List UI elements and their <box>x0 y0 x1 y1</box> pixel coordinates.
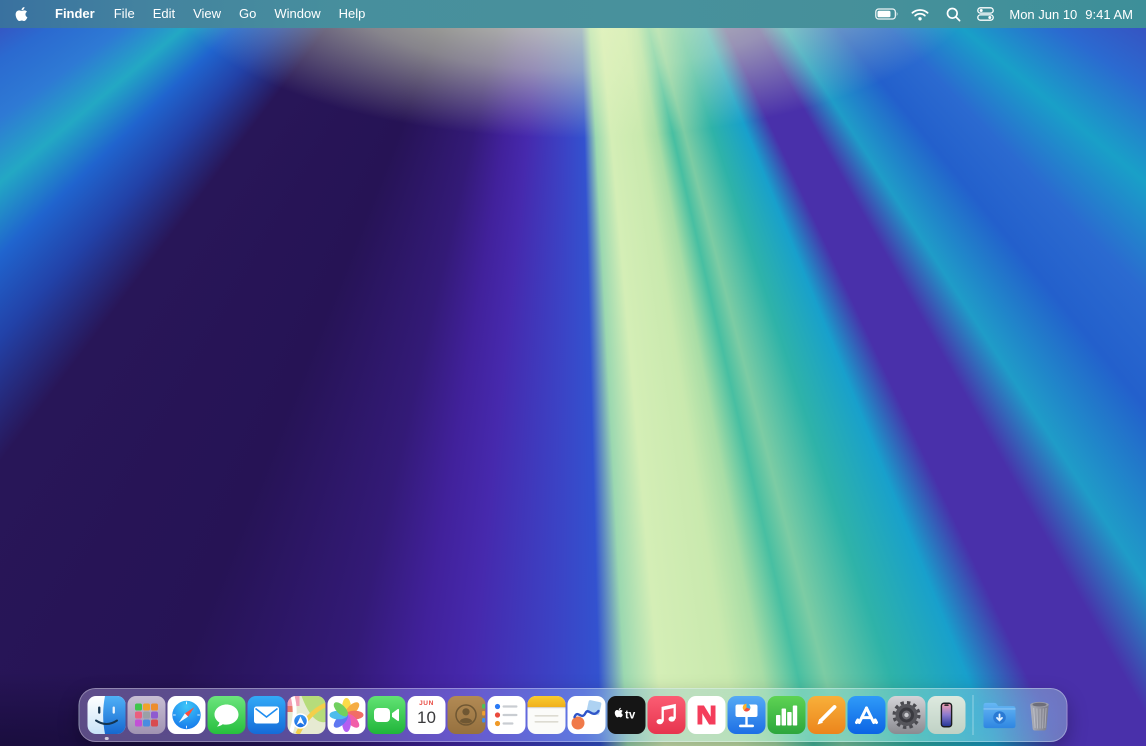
launchpad-icon <box>128 696 166 734</box>
dock-item-photos[interactable] <box>328 696 366 734</box>
dock-item-music[interactable] <box>648 696 686 734</box>
dock: JUN 10 <box>79 688 1068 742</box>
dock-item-notes[interactable] <box>528 696 566 734</box>
dock-item-mail[interactable] <box>248 696 286 734</box>
menu-item-view[interactable]: View <box>184 0 230 28</box>
music-icon <box>648 696 686 734</box>
search-icon <box>946 7 961 22</box>
dock-item-maps[interactable] <box>288 696 326 734</box>
safari-icon <box>168 696 206 734</box>
menu-item-help[interactable]: Help <box>330 0 375 28</box>
clock-date: Mon Jun 10 <box>1009 7 1077 22</box>
messages-icon <box>208 696 246 734</box>
dock-item-reminders[interactable] <box>488 696 526 734</box>
control-center-icon <box>977 7 995 21</box>
contacts-icon <box>448 696 486 734</box>
finder-running-indicator <box>105 737 109 741</box>
control-center[interactable] <box>974 3 998 25</box>
dock-item-system-settings[interactable] <box>888 696 926 734</box>
dock-item-finder[interactable] <box>88 696 126 734</box>
menu-bar-status-area: Mon Jun 10 9:41 AM <box>875 3 1146 25</box>
facetime-icon <box>368 696 406 734</box>
dock-item-launchpad[interactable] <box>128 696 166 734</box>
numbers-icon <box>768 696 806 734</box>
photos-icon <box>328 696 366 734</box>
dock-item-calendar[interactable]: JUN 10 <box>408 696 446 734</box>
menu-bar-left: Finder File Edit View Go Window Help <box>0 0 374 28</box>
dock-item-downloads[interactable] <box>981 696 1019 734</box>
menu-bar: Finder File Edit View Go Window Help <box>0 0 1146 28</box>
menu-item-file[interactable]: File <box>105 0 144 28</box>
dock-item-iphone-mirroring[interactable] <box>928 696 966 734</box>
reminders-icon <box>488 696 526 734</box>
app-store-icon <box>848 696 886 734</box>
dock-item-keynote[interactable] <box>728 696 766 734</box>
menu-item-edit[interactable]: Edit <box>144 0 184 28</box>
pages-icon <box>808 696 846 734</box>
maps-icon <box>288 696 326 734</box>
notes-icon <box>528 696 566 734</box>
dock-item-freeform[interactable] <box>568 696 606 734</box>
dock-divider <box>973 695 974 735</box>
system-settings-icon <box>888 696 926 734</box>
menu-bar-clock[interactable]: Mon Jun 10 9:41 AM <box>1009 7 1133 22</box>
wifi-status[interactable] <box>908 3 932 25</box>
spotlight-search[interactable] <box>941 3 965 25</box>
dock-item-facetime[interactable] <box>368 696 406 734</box>
desktop-wallpaper <box>0 0 1146 746</box>
dock-item-numbers[interactable] <box>768 696 806 734</box>
svg-text:tv: tv <box>625 710 636 722</box>
trash-icon <box>1021 696 1059 734</box>
dock-item-app-store[interactable] <box>848 696 886 734</box>
menu-item-window[interactable]: Window <box>265 0 329 28</box>
calendar-icon: JUN 10 <box>408 696 446 734</box>
finder-icon <box>88 696 126 734</box>
apple-menu[interactable] <box>15 6 28 22</box>
dock-item-contacts[interactable] <box>448 696 486 734</box>
dock-item-messages[interactable] <box>208 696 246 734</box>
clock-time: 9:41 AM <box>1085 7 1133 22</box>
calendar-day: 10 <box>417 709 436 728</box>
keynote-icon <box>728 696 766 734</box>
battery-icon <box>875 8 899 20</box>
dock-item-safari[interactable] <box>168 696 206 734</box>
apple-logo-icon <box>15 6 28 22</box>
iphone-mirroring-icon <box>928 696 966 734</box>
freeform-icon <box>568 696 606 734</box>
dock-item-pages[interactable] <box>808 696 846 734</box>
wifi-icon <box>911 8 929 21</box>
menu-item-go[interactable]: Go <box>230 0 265 28</box>
downloads-folder-icon <box>981 696 1019 734</box>
news-icon <box>688 696 726 734</box>
calendar-month: JUN <box>419 701 434 708</box>
dock-item-apple-tv[interactable]: tv <box>608 696 646 734</box>
dock-item-trash[interactable] <box>1021 696 1059 734</box>
mail-icon <box>248 696 286 734</box>
apple-tv-icon: tv <box>608 696 646 734</box>
battery-status[interactable] <box>875 3 899 25</box>
dock-item-news[interactable] <box>688 696 726 734</box>
menu-item-finder[interactable]: Finder <box>45 0 105 28</box>
